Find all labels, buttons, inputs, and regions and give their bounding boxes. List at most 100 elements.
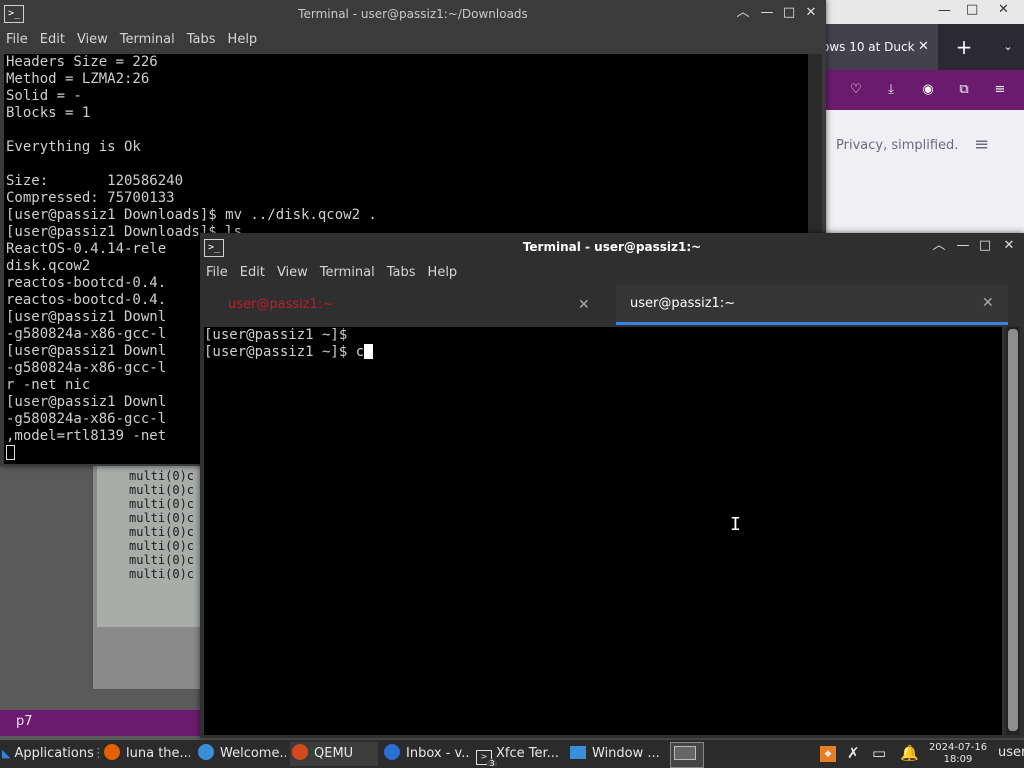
taskbar-item-welcome[interactable]: Welcome...: [198, 742, 286, 766]
terminal-line: [user@passiz1 Downloads]$ mv ../disk.qco…: [6, 207, 377, 223]
menu-edit[interactable]: Edit: [234, 261, 271, 285]
applications-icon: ◣: [2, 747, 11, 760]
taskbar-item-label: QEMU: [314, 746, 354, 761]
menu-file[interactable]: File: [200, 261, 234, 285]
terminal-line: Blocks = 1: [6, 105, 91, 121]
applications-label: Applications: [14, 746, 94, 761]
tab-label: user@passiz1:~: [630, 296, 736, 311]
taskbar-item-label: Window ...: [592, 746, 660, 761]
taskbar-item-label: Xfce Ter...: [496, 746, 560, 761]
qemu-text-line: multi(0)c: [129, 497, 195, 511]
qemu-window[interactable]: multi(0)c multi(0)c multi(0)c multi(0)c …: [92, 458, 204, 690]
p7-label: p7: [16, 714, 33, 729]
scrollbar-thumb[interactable]: [1008, 329, 1018, 731]
terminal-line: Everything is Ok: [6, 139, 141, 155]
window-titlebar[interactable]: >_ Terminal - user@passiz1:~ ︿ — □ ✕: [200, 233, 1024, 261]
taskbar: ◣ Applications ⋮ luna the... Welcome... Q…: [0, 740, 1024, 768]
menu-help[interactable]: Help: [222, 28, 264, 52]
taskbar-item-firefox[interactable]: luna the...: [104, 742, 190, 766]
close-icon[interactable]: ✕: [918, 24, 929, 70]
firefox-icon: [104, 744, 120, 760]
terminal-line: Solid = -: [6, 88, 82, 104]
taskbar-item-window[interactable]: Window ...: [570, 742, 660, 766]
menu-icon[interactable]: ≡: [990, 80, 1010, 100]
extensions-icon[interactable]: ⧉: [954, 80, 974, 100]
workspace-thumbnail: [674, 746, 696, 760]
workspace-switcher[interactable]: [670, 742, 704, 768]
window-icon: [570, 746, 586, 759]
page-tagline: Privacy, simplified.: [836, 138, 959, 153]
firefox-tabstrip: ows 10 at Duck ✕ + ⌄: [826, 24, 1024, 70]
terminal-line: Size: 120586240: [6, 173, 184, 189]
hamburger-icon[interactable]: ≡: [974, 134, 989, 155]
menu-tabs[interactable]: Tabs: [181, 28, 222, 52]
minimize-icon[interactable]: —: [954, 237, 972, 255]
qemu-text-line: multi(0)c: [129, 567, 195, 581]
menu-terminal[interactable]: Terminal: [314, 261, 381, 285]
close-icon[interactable]: ✕: [1000, 237, 1018, 255]
taskbar-item-terminal[interactable]: >3 Xfce Ter...: [476, 742, 564, 766]
notification-bell-icon[interactable]: 🔔: [900, 744, 919, 762]
close-icon[interactable]: ✕: [982, 285, 994, 322]
mail-icon: [384, 744, 400, 760]
battery-icon[interactable]: ▭: [872, 744, 886, 762]
clock-time: 18:09: [943, 754, 973, 765]
terminal-window-home[interactable]: >_ Terminal - user@passiz1:~ ︿ — □ ✕ Fil…: [200, 233, 1024, 738]
window-title: Terminal - user@passiz1:~: [522, 240, 702, 254]
menu-help[interactable]: Help: [422, 261, 464, 285]
chevron-down-icon[interactable]: ⌄: [994, 24, 1022, 70]
close-icon[interactable]: ✕: [802, 4, 820, 22]
user-menu[interactable]: user: [998, 745, 1024, 760]
window-count-badge: 3: [487, 759, 497, 766]
download-icon[interactable]: ⤓: [881, 80, 901, 100]
qemu-text-line: multi(0)c: [129, 469, 195, 483]
clock-date: 2024-07-16: [928, 742, 988, 753]
terminal-line: Headers Size = 226: [6, 54, 158, 70]
close-icon[interactable]: ✕: [998, 2, 1009, 17]
terminal-icon: >3: [476, 750, 497, 766]
qemu-text-line: multi(0)c: [129, 525, 195, 539]
menu-tabs[interactable]: Tabs: [381, 261, 422, 285]
terminal-output[interactable]: [user@passiz1 ~]$ [user@passiz1 ~]$ c: [204, 327, 1002, 735]
minimize-icon[interactable]: —: [758, 4, 776, 22]
tab-active[interactable]: user@passiz1:~ ✕: [616, 285, 1008, 325]
applications-menu[interactable]: ◣ Applications: [2, 742, 94, 766]
menu-view[interactable]: View: [271, 261, 314, 285]
taskbar-item-label: luna the...: [126, 746, 190, 761]
firefox-toolbar: ♡ ⤓ ◉ ⧉ ≡: [826, 70, 1024, 110]
tray-app-icon[interactable]: ◆: [820, 746, 836, 762]
clock[interactable]: 2024-07-16 18:09: [926, 742, 990, 766]
pocket-icon[interactable]: ♡: [846, 80, 866, 100]
chevron-up-icon[interactable]: ︿: [930, 237, 948, 255]
terminal-tabbar: user@passiz1:~ ✕ user@passiz1:~ ✕: [200, 285, 1024, 325]
chevron-up-icon[interactable]: ︿: [734, 4, 752, 22]
close-icon[interactable]: ✕: [578, 285, 590, 325]
taskbar-item-label: Welcome...: [220, 746, 286, 761]
menu-edit[interactable]: Edit: [34, 28, 71, 52]
new-tab-button[interactable]: +: [950, 24, 978, 70]
taskbar-item-qemu[interactable]: QEMU: [290, 742, 378, 766]
scrollbar[interactable]: [1006, 327, 1020, 735]
browser-icon: [198, 744, 214, 760]
menu-terminal[interactable]: Terminal: [114, 28, 181, 52]
network-disconnected-icon[interactable]: ✗: [847, 744, 860, 762]
terminal-line: Method = LZMA2:26: [6, 71, 150, 87]
menu-view[interactable]: View: [71, 28, 114, 52]
qemu-screen[interactable]: multi(0)c multi(0)c multi(0)c multi(0)c …: [97, 463, 201, 627]
terminal-prompt-line: [user@passiz1 ~]$ c: [204, 344, 1002, 361]
maximize-icon[interactable]: □: [976, 237, 994, 255]
menu-file[interactable]: File: [0, 28, 34, 52]
window-title: Terminal - user@passiz1:~/Downloads: [298, 7, 528, 21]
account-icon[interactable]: ◉: [918, 80, 938, 100]
tab-inactive[interactable]: user@passiz1:~ ✕: [200, 285, 614, 325]
terminal-cursor: [364, 344, 374, 359]
background-bar: p7: [0, 710, 200, 736]
window-titlebar[interactable]: >_ Terminal - user@passiz1:~/Downloads ︿…: [0, 0, 826, 28]
terminal-line: [user@passiz1 ~]$ c: [204, 344, 365, 360]
maximize-icon[interactable]: □: [966, 2, 978, 17]
taskbar-item-inbox[interactable]: Inbox - v...: [384, 742, 470, 766]
minimize-icon[interactable]: —: [938, 3, 951, 18]
firefox-tab[interactable]: ows 10 at Duck ✕: [826, 24, 938, 70]
maximize-icon[interactable]: □: [780, 4, 798, 22]
